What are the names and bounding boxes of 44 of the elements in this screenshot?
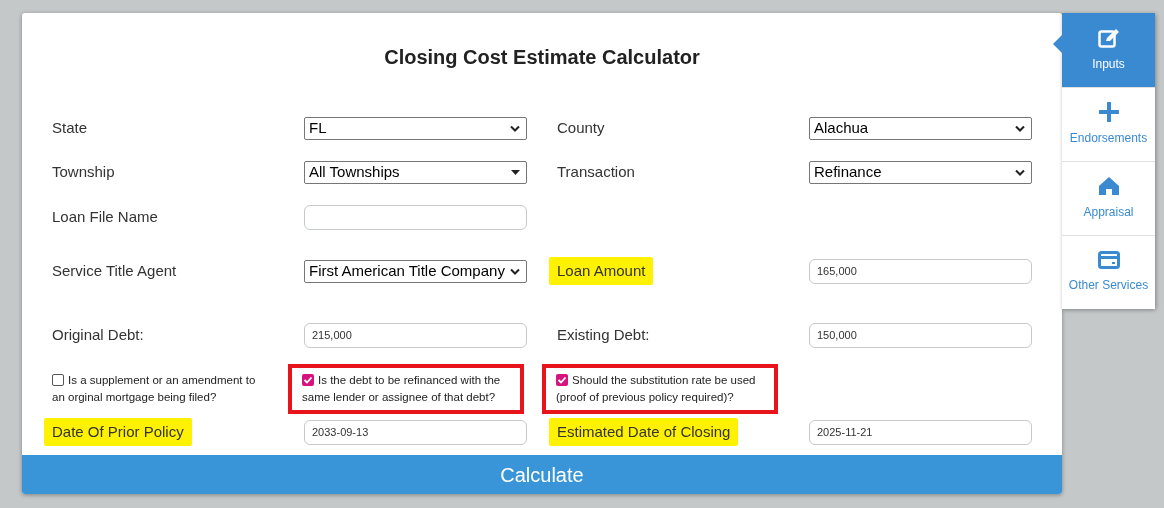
field-label: Loan File Name (52, 207, 158, 228)
dropdown[interactable]: First American Title Company (304, 259, 527, 283)
input-field[interactable] (304, 205, 527, 230)
field-label: Township (52, 161, 115, 182)
field-label: Service Title Agent (52, 260, 177, 281)
checkbox-option[interactable]: Is the debt to be refinanced with the same lender or assignee of that debt? (288, 364, 524, 414)
side-tab[interactable]: Other Services (1062, 235, 1155, 309)
input-field[interactable]: 150,000 (809, 322, 1032, 348)
side-tab[interactable]: Inputs (1062, 13, 1155, 87)
chevron-icon (510, 267, 520, 275)
chevron-icon (510, 125, 520, 132)
input-field[interactable]: 165,000 (809, 258, 1032, 284)
field-label: Transaction (557, 161, 635, 182)
input-field[interactable]: 2025-11-21 (809, 419, 1032, 445)
checkmark-icon (556, 374, 568, 386)
plus-icon (1098, 102, 1119, 122)
dropdown[interactable]: Alachua (809, 117, 1032, 140)
checkbox-option[interactable]: Is a supplement or an amendment to an orginal mortgage being filed? (52, 372, 270, 406)
dropdown[interactable]: All Townships (304, 160, 527, 184)
field-label: Loan Amount (549, 256, 654, 286)
side-tab[interactable]: Endorsements (1062, 87, 1155, 161)
chevron-icon (1015, 168, 1025, 176)
input-field[interactable]: 215,000 (304, 322, 527, 348)
field-label: Original Debt: (52, 324, 144, 345)
dropdown[interactable]: FL (304, 117, 527, 140)
checkbox-option[interactable]: Should the substitution rate be used (proof of previous policy required)? (542, 364, 778, 414)
home-icon (1097, 176, 1120, 196)
edit-icon (1097, 27, 1120, 48)
field-label: State (52, 118, 88, 139)
page-title: Closing Cost Estimate Calculator (384, 44, 700, 70)
side-tab[interactable]: Appraisal (1062, 161, 1155, 235)
checkmark-icon (302, 374, 314, 386)
card-icon (1097, 251, 1120, 269)
checkbox[interactable] (556, 374, 568, 386)
checkbox[interactable] (52, 374, 64, 386)
field-label: Date Of Prior Policy (44, 417, 192, 447)
field-label: Estimated Date of Closing (549, 417, 739, 447)
triangle-icon (511, 169, 520, 175)
checkbox[interactable] (302, 374, 314, 386)
field-label: County (557, 118, 605, 139)
input-field[interactable]: 2033-09-13 (304, 419, 527, 445)
field-label: Existing Debt: (557, 324, 650, 345)
chevron-icon (1015, 125, 1025, 132)
dropdown[interactable]: Refinance (809, 160, 1032, 184)
